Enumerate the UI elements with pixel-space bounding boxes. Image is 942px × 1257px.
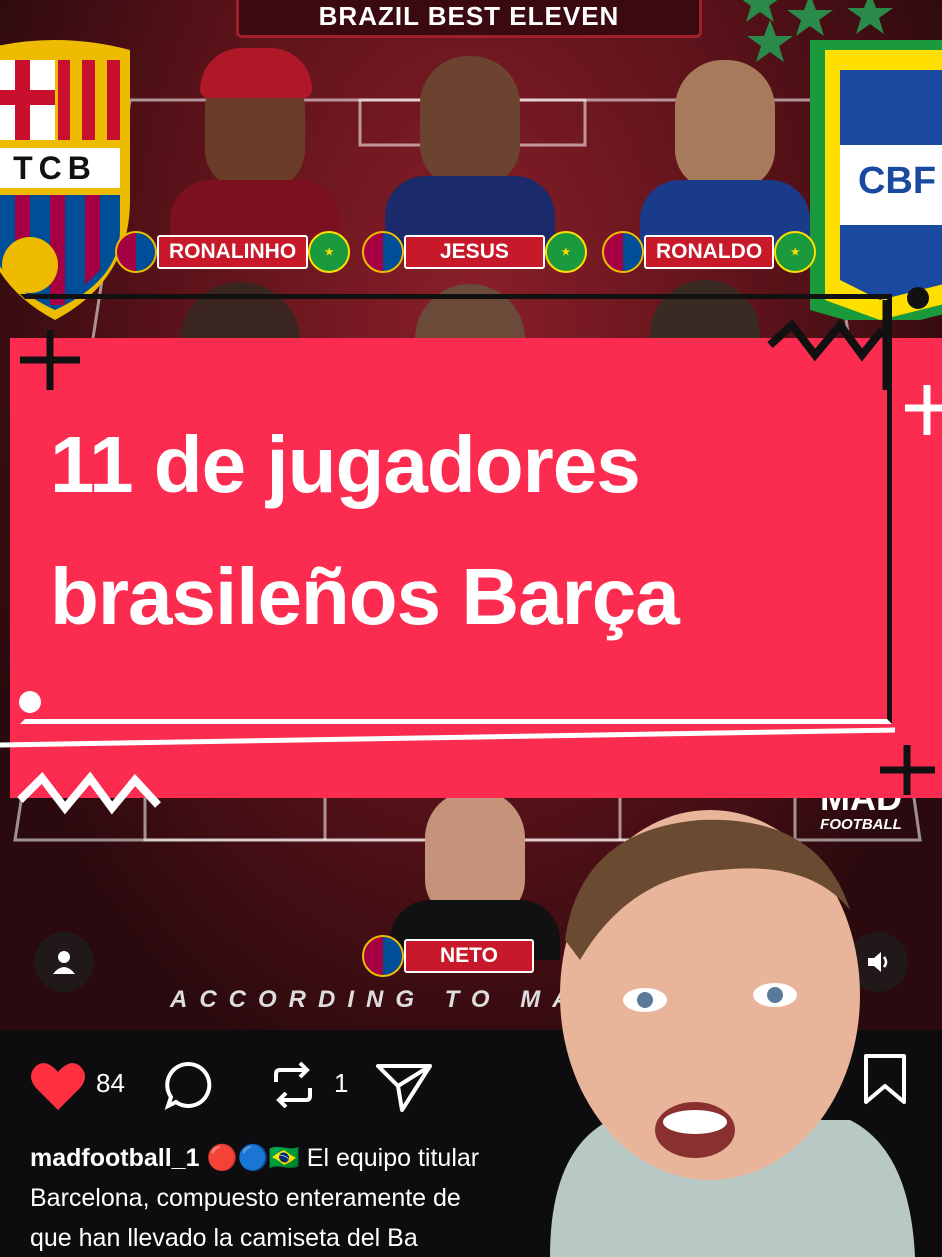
caption-emojis: 🔴🔵🇧🇷: [206, 1144, 300, 1172]
heart-icon: [31, 1063, 85, 1110]
caption-line1: 11 de jugadores: [50, 420, 641, 509]
caption-text-3: que han llevado la camiseta del Ba: [30, 1224, 418, 1252]
caption-text-1: El equipo titular: [306, 1144, 480, 1172]
caption-text: 11 de jugadores brasileños Barça: [50, 412, 910, 650]
send-icon: [376, 1064, 432, 1112]
post-caption-line1: madfootball_1 🔴🔵🇧🇷 El equipo titular: [30, 1144, 479, 1173]
person-icon: [53, 951, 75, 974]
presenter-figure: [550, 810, 915, 1257]
nameplate-neto: NETO: [362, 935, 534, 977]
post-caption-line2: Barcelona, compuesto enteramente de: [30, 1184, 461, 1213]
like-button[interactable]: [30, 1060, 86, 1112]
repost-count: 1: [334, 1068, 349, 1098]
post-username[interactable]: madfootball_1: [30, 1144, 199, 1172]
repost-icon: [274, 1061, 312, 1109]
share-button[interactable]: [374, 1058, 434, 1114]
profile-button[interactable]: [34, 932, 94, 992]
player-name: NETO: [404, 939, 534, 973]
like-count: 84: [96, 1068, 125, 1098]
presenter-video-overlay: [520, 790, 942, 1257]
caption-text-2: Barcelona, compuesto enteramente de: [30, 1184, 461, 1212]
post-caption-line3: que han llevado la camiseta del Ba: [30, 1224, 418, 1253]
barcelona-badge-icon: [362, 935, 404, 977]
caption-line2: brasileños Barça: [50, 552, 680, 641]
repost-button[interactable]: [266, 1058, 320, 1112]
comment-button[interactable]: [162, 1058, 216, 1112]
comment-icon: [164, 1061, 212, 1110]
